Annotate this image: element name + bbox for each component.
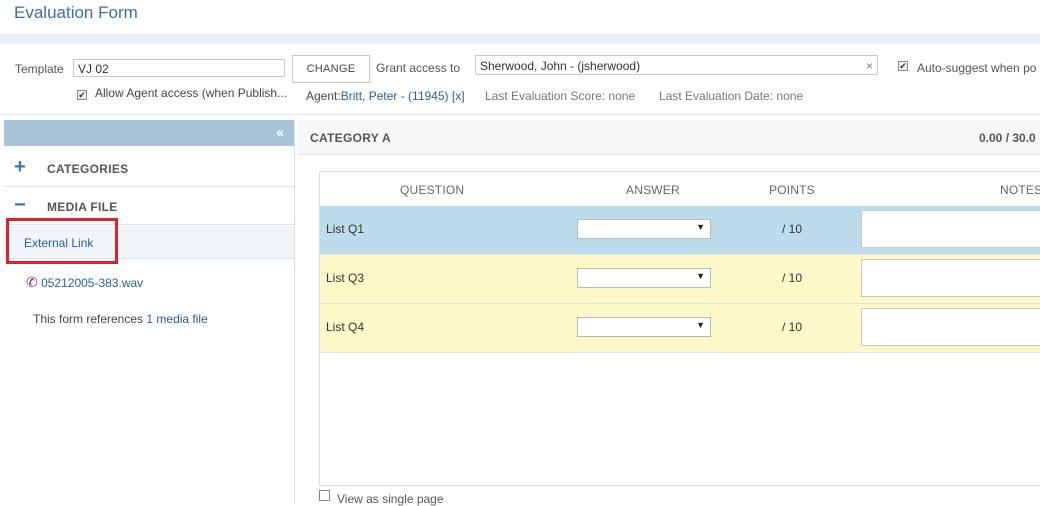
- category-panel: CATEGORY A 0.00 / 30.0 QUESTION ANSWER P…: [298, 120, 1040, 506]
- notes-field[interactable]: [861, 308, 1040, 346]
- allow-agent-checkbox[interactable]: ✔: [77, 90, 87, 100]
- collapse-icon[interactable]: «: [276, 124, 284, 140]
- grant-access-label: Grant access to: [376, 61, 461, 75]
- table-row[interactable]: List Q4 ▼ / 10: [320, 304, 1040, 353]
- column-header-notes: NOTES: [1000, 183, 1040, 197]
- dropdown-arrow-icon: ▼: [696, 320, 705, 330]
- agent-remove-link[interactable]: [x]: [452, 89, 465, 103]
- template-input[interactable]: VJ 02: [73, 59, 285, 77]
- references-text: This form references: [33, 312, 144, 326]
- template-label: Template: [15, 62, 64, 76]
- page-title: Evaluation Form: [14, 3, 138, 22]
- media-file-name[interactable]: 05212005-383.wav: [41, 276, 143, 290]
- notes-field[interactable]: [861, 259, 1040, 297]
- column-header-points: POINTS: [769, 183, 815, 197]
- questions-table: QUESTION ANSWER POINTS NOTES List Q1 ▼ /…: [319, 171, 1040, 486]
- view-single-page-checkbox[interactable]: [319, 490, 330, 501]
- grant-access-input[interactable]: Sherwood, John - (jsherwood) ×: [475, 55, 878, 75]
- table-row[interactable]: List Q1 ▼ / 10: [320, 206, 1040, 255]
- last-score-value: none: [608, 89, 636, 103]
- allow-agent-label: Allow Agent access (when Publish...: [95, 86, 288, 100]
- agent-prefix: Agent:: [306, 89, 341, 103]
- last-date-value: none: [776, 89, 804, 103]
- column-header-answer: ANSWER: [626, 183, 680, 197]
- collapse-section-icon: −: [14, 194, 26, 216]
- title-bar: Evaluation Form: [0, 0, 1040, 35]
- last-score-label: Last Evaluation Score:: [485, 89, 606, 103]
- references-note: This form references 1 media file: [33, 312, 208, 326]
- auto-suggest-label: Auto-suggest when po: [917, 61, 1037, 75]
- media-file-item[interactable]: ✆ 05212005-383.wav: [26, 274, 143, 291]
- points-value: / 10: [782, 271, 803, 285]
- references-link[interactable]: 1 media file: [146, 312, 207, 326]
- answer-select[interactable]: ▼: [577, 268, 711, 288]
- points-value: / 10: [782, 222, 803, 236]
- table-row[interactable]: List Q3 ▼ / 10: [320, 255, 1040, 304]
- left-panel-header: «: [4, 120, 294, 146]
- agent-name-link[interactable]: Britt, Peter - (11945): [341, 89, 449, 103]
- clear-icon[interactable]: ×: [866, 56, 873, 76]
- category-score: 0.00 / 30.0: [979, 131, 1036, 145]
- categories-label: CATEGORIES: [47, 162, 129, 176]
- column-header-question: QUESTION: [400, 183, 465, 197]
- categories-section[interactable]: + CATEGORIES: [4, 150, 294, 187]
- last-score: Last Evaluation Score: none: [485, 89, 635, 103]
- question-text: List Q3: [326, 271, 365, 285]
- agent-info: Agent:Britt, Peter - (11945) [x]: [306, 89, 465, 103]
- annotation-highlight-box: [6, 218, 118, 264]
- question-text: List Q1: [326, 222, 365, 236]
- dropdown-arrow-icon: ▼: [696, 222, 705, 232]
- answer-select[interactable]: ▼: [577, 219, 711, 239]
- phone-icon: ✆: [26, 274, 38, 290]
- last-date: Last Evaluation Date: none: [659, 89, 803, 103]
- category-name: CATEGORY A: [310, 131, 392, 145]
- answer-select[interactable]: ▼: [577, 317, 711, 337]
- last-date-label: Last Evaluation Date:: [659, 89, 774, 103]
- grant-access-value: Sherwood, John - (jsherwood): [480, 59, 641, 73]
- expand-icon: +: [14, 156, 26, 178]
- header-band: [0, 34, 1040, 44]
- question-text: List Q4: [326, 320, 365, 334]
- dropdown-arrow-icon: ▼: [696, 271, 705, 281]
- left-panel: « + CATEGORIES − MEDIA FILE External Lin…: [4, 120, 295, 504]
- points-value: / 10: [782, 320, 803, 334]
- media-file-label: MEDIA FILE: [47, 200, 118, 214]
- change-button[interactable]: CHANGE: [292, 55, 370, 83]
- category-header: CATEGORY A 0.00 / 30.0: [298, 120, 1040, 155]
- notes-field[interactable]: [861, 210, 1040, 248]
- evaluation-settings: Template VJ 02 CHANGE Grant access to Sh…: [0, 44, 1040, 115]
- auto-suggest-checkbox[interactable]: ✔: [898, 61, 908, 71]
